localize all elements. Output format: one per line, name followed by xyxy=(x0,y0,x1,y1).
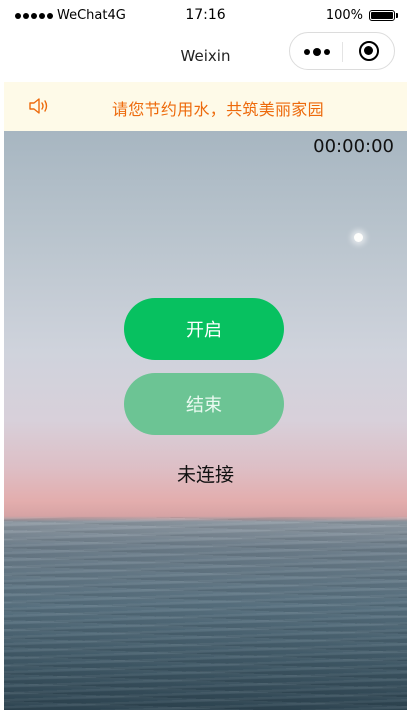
more-dots-icon[interactable] xyxy=(304,46,330,58)
battery-percent: 100% xyxy=(325,8,363,23)
nav-bar: Weixin xyxy=(0,30,411,82)
notice-bar: 请您节约用水，共筑美丽家园 xyxy=(4,82,407,131)
sea-waves xyxy=(4,517,407,710)
battery-icon xyxy=(369,10,398,21)
notice-text: 请您节约用水，共筑美丽家园 xyxy=(112,100,324,119)
speaker-icon xyxy=(29,98,48,114)
capsule-divider xyxy=(342,42,343,62)
mini-program-capsule xyxy=(289,32,395,70)
start-button[interactable]: 开启 xyxy=(124,298,284,360)
status-right: 100% xyxy=(325,8,398,23)
target-close-icon[interactable] xyxy=(359,41,379,61)
timer-display: 00:00:00 xyxy=(313,136,394,157)
main-content: 00:00:00 开启 结束 未连接 xyxy=(4,131,407,710)
connection-status: 未连接 xyxy=(176,464,234,486)
moon xyxy=(354,233,363,242)
status-bar: WeChat4G 17:16 100% xyxy=(0,0,411,30)
end-button[interactable]: 结束 xyxy=(124,373,284,435)
phone-screen: WeChat4G 17:16 100% Weixin 请您节约用水，共筑美丽家园 xyxy=(0,0,411,710)
battery-level xyxy=(371,12,393,19)
